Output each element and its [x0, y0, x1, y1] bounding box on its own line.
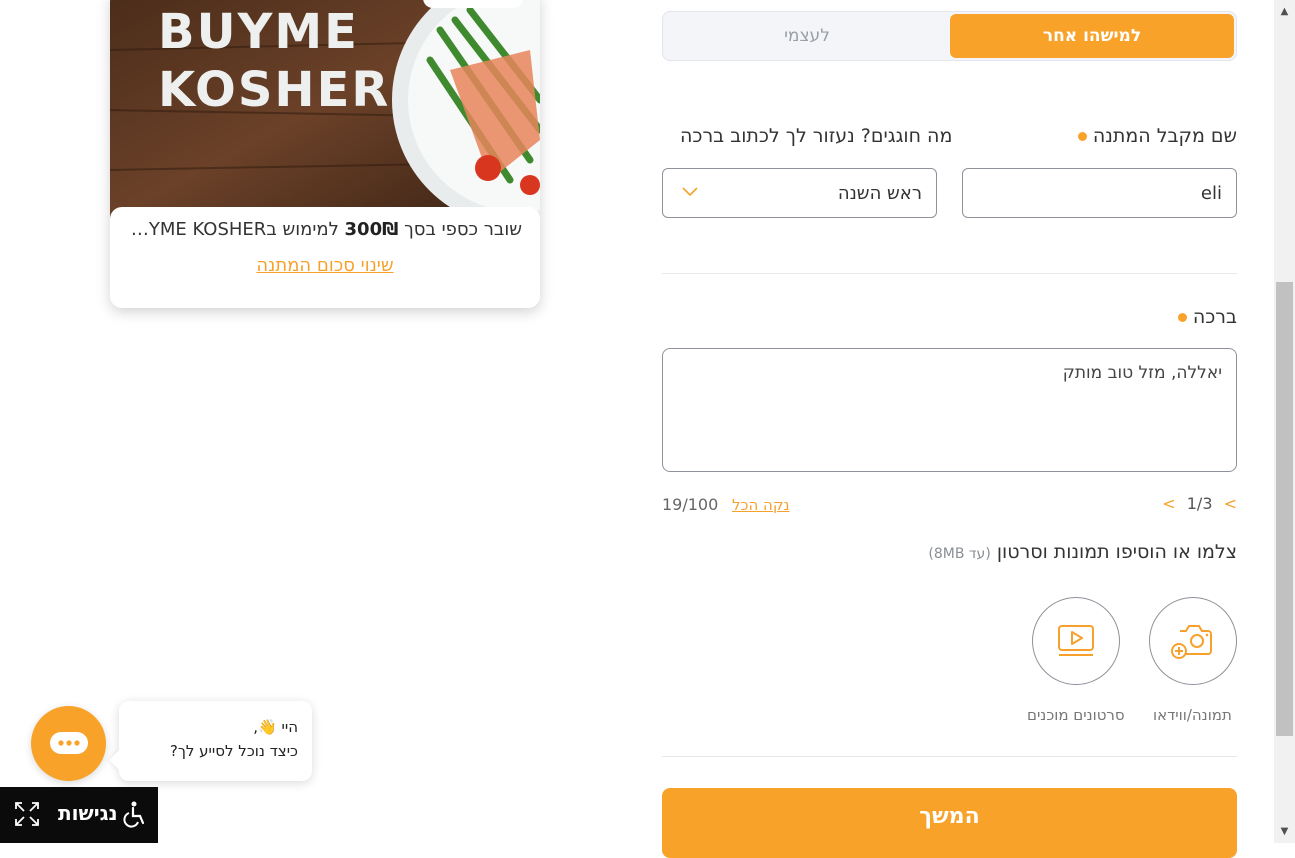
- recipient-name-input[interactable]: eli: [962, 168, 1237, 218]
- pager-count: 1/3: [1186, 494, 1213, 513]
- scroll-up-arrow[interactable]: ▲: [1274, 2, 1295, 20]
- ready-videos-button[interactable]: [1032, 597, 1120, 685]
- greeting-textarea[interactable]: יאללה, מזל טוב מותק: [662, 348, 1237, 472]
- chevron-down-icon: [682, 187, 698, 197]
- product-card: BUYME KOSHER שובר כספי בסך 300₪ למימוש ב…: [110, 0, 540, 308]
- recipient-type-toggle: למישהו אחר לעצמי: [662, 11, 1237, 61]
- page-scrollbar[interactable]: ▲ ▼: [1274, 0, 1295, 843]
- greeting-label: ברכה: [1177, 306, 1237, 328]
- accessibility-button[interactable]: נגישות: [0, 787, 158, 843]
- section-divider: [662, 273, 1237, 274]
- expand-icon: [15, 802, 39, 826]
- recipient-name-label: שם מקבל המתנה: [1077, 125, 1237, 147]
- occasion-selected-value: ראש השנה: [837, 182, 922, 204]
- scroll-thumb[interactable]: [1276, 282, 1293, 736]
- upload-photo-label: תמונה/ווידאו: [1153, 706, 1232, 724]
- scroll-down-arrow[interactable]: ▼: [1274, 822, 1295, 840]
- chat-greeting-line2: כיצד נוכל לסייע לך?: [169, 742, 298, 760]
- upload-title: צלמו או הוסיפו תמונות וסרטון (עד 8MB): [928, 541, 1237, 563]
- pager-prev-arrow[interactable]: <: [1162, 494, 1175, 513]
- chat-greeting-line1: היי 👋,: [253, 718, 298, 736]
- image-badge: [423, 0, 523, 8]
- toggle-someone-else[interactable]: למישהו אחר: [950, 14, 1234, 58]
- chat-launcher-button[interactable]: [31, 706, 106, 781]
- toggle-myself[interactable]: לעצמי: [665, 14, 949, 58]
- upload-size-note: (עד 8MB): [928, 546, 991, 562]
- product-description: שובר כספי בסך 300₪ למימוש בBUYME KOSHER: [124, 219, 522, 240]
- chat-greeting-bubble[interactable]: היי 👋, כיצד נוכל לסייע לך?: [119, 701, 312, 781]
- upload-photo-button[interactable]: [1149, 597, 1237, 685]
- greeting-pager: < 1/3 <: [1162, 494, 1237, 513]
- video-play-icon: [1058, 625, 1094, 656]
- chat-icon: [49, 731, 88, 754]
- occasion-select[interactable]: ראש השנה: [662, 168, 937, 218]
- required-dot: [1077, 132, 1087, 141]
- required-dot: [1177, 313, 1187, 322]
- continue-button[interactable]: המשך: [662, 788, 1237, 858]
- ready-videos-label: סרטונים מוכנים: [1027, 706, 1125, 724]
- brand-logo-text: BUYME KOSHER: [158, 4, 391, 118]
- product-card-body: שובר כספי בסך 300₪ למימוש בBUYME KOSHER …: [110, 207, 540, 308]
- occasion-label: מה חוגגים? נעזור לך לכתוב ברכה: [680, 125, 953, 147]
- camera-plus-icon: [1171, 625, 1212, 659]
- char-counter: 19/100: [662, 495, 719, 514]
- accessibility-label: נגישות: [58, 801, 118, 825]
- wheelchair-icon: [123, 801, 145, 828]
- pager-next-arrow[interactable]: <: [1224, 494, 1237, 513]
- section-divider: [662, 756, 1237, 757]
- clear-all-link[interactable]: נקה הכל: [732, 495, 789, 514]
- change-amount-link[interactable]: שינוי סכום המתנה: [110, 255, 540, 276]
